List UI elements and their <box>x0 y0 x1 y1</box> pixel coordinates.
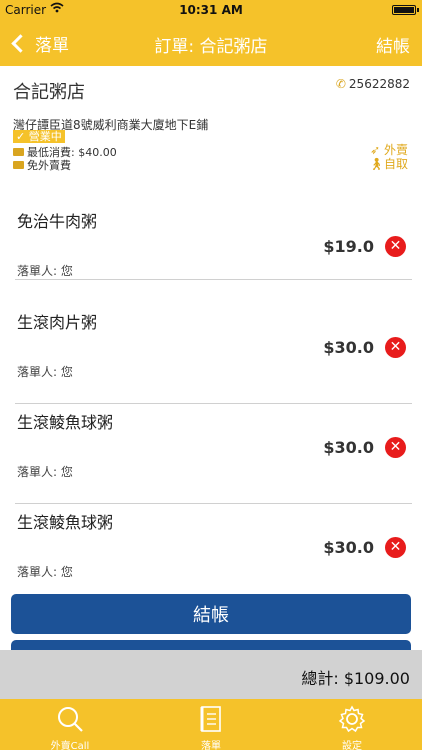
remove-item-button[interactable]: ✕ <box>385 437 406 458</box>
list-item: 生滾鯪魚球粥 $30.0 ✕ 落單人: 您 <box>0 392 422 504</box>
option-pickup: 🚶︎自取 <box>369 155 408 172</box>
item-orderer: 落單人: 您 <box>17 565 73 579</box>
money-icon <box>13 161 24 169</box>
money-icon <box>13 148 24 156</box>
item-price: $19.0 <box>323 237 374 256</box>
list-item: 免治牛肉粥 $19.0 ✕ 落單人: 您 <box>0 180 422 280</box>
remove-item-button[interactable]: ✕ <box>385 236 406 257</box>
check-icon: ✓ <box>16 130 26 143</box>
item-orderer: 落單人: 您 <box>17 264 73 278</box>
item-orderer: 落單人: 您 <box>17 365 73 379</box>
tab-label: 設定 <box>342 741 362 750</box>
clock: 10:31 AM <box>179 3 243 17</box>
shop-info: 合記粥店 ✆ 25622882 灣仔譚臣道8號威利商業大廈地下E鋪 ✓ 營業中 最… <box>0 66 422 180</box>
battery-icon <box>392 5 419 15</box>
list-item: 生滾鯪魚球粥 $30.0 ✕ 落單人: 您 <box>0 492 422 592</box>
document-icon <box>197 705 225 733</box>
status-badge-label: 營業中 <box>28 130 62 143</box>
secondary-button[interactable] <box>11 640 411 650</box>
tab-label: 外賣Call <box>50 741 90 750</box>
close-icon: ✕ <box>389 539 402 555</box>
tab-label: 落單 <box>201 741 221 750</box>
nav-bar: 落單 訂單: 合記粥店 結帳 <box>0 20 422 66</box>
option-pickup-label: 自取 <box>383 157 408 171</box>
total-bar: 總計: $109.00 <box>0 650 422 699</box>
close-icon: ✕ <box>389 439 402 455</box>
search-icon <box>56 705 84 733</box>
walking-icon: 🚶︎ <box>368 157 384 171</box>
gear-icon <box>338 705 366 733</box>
checkout-nav-button[interactable]: 結帳 <box>376 32 410 57</box>
divider <box>15 279 412 280</box>
remove-item-button[interactable]: ✕ <box>385 337 406 358</box>
tab-takeaway-call[interactable]: 外賣Call <box>0 699 140 750</box>
order-total: 總計: $109.00 <box>301 669 410 688</box>
order-list[interactable]: 免治牛肉粥 $19.0 ✕ 落單人: 您 生滾肉片粥 $30.0 ✕ 落單人: … <box>0 180 422 650</box>
tab-settings[interactable]: 設定 <box>282 699 422 750</box>
status-badge: ✓ 營業中 <box>13 130 65 143</box>
list-item: 生滾肉片粥 $30.0 ✕ 落單人: 您 <box>0 292 422 404</box>
item-price: $30.0 <box>323 438 374 457</box>
item-name: 免治牛肉粥 <box>17 212 98 231</box>
shop-name: 合記粥店 <box>13 82 85 103</box>
item-name: 生滾鯪魚球粥 <box>17 513 114 532</box>
close-icon: ✕ <box>389 339 402 355</box>
checkout-button[interactable]: 結帳 <box>11 594 411 634</box>
item-orderer: 落單人: 您 <box>17 465 73 479</box>
shop-phone[interactable]: ✆ 25622882 <box>336 77 410 91</box>
tab-order[interactable]: 落單 <box>141 699 281 750</box>
item-price: $30.0 <box>323 338 374 357</box>
page-title: 訂單: 合記粥店 <box>154 37 268 57</box>
battery-level <box>394 7 414 13</box>
delivery-fee-row: 免外賣費 <box>13 157 71 173</box>
status-bar: Carrier 10:31 AM <box>0 0 422 20</box>
remove-item-button[interactable]: ✕ <box>385 537 406 558</box>
close-icon: ✕ <box>389 238 402 254</box>
item-name: 生滾鯪魚球粥 <box>17 413 114 432</box>
tab-bar: 外賣Call 落單 設定 <box>0 699 422 750</box>
phone-icon: ✆ <box>335 77 346 91</box>
phone-number: 25622882 <box>348 77 410 91</box>
delivery-fee: 免外賣費 <box>27 159 71 172</box>
item-price: $30.0 <box>323 538 374 557</box>
item-name: 生滾肉片粥 <box>17 313 98 332</box>
